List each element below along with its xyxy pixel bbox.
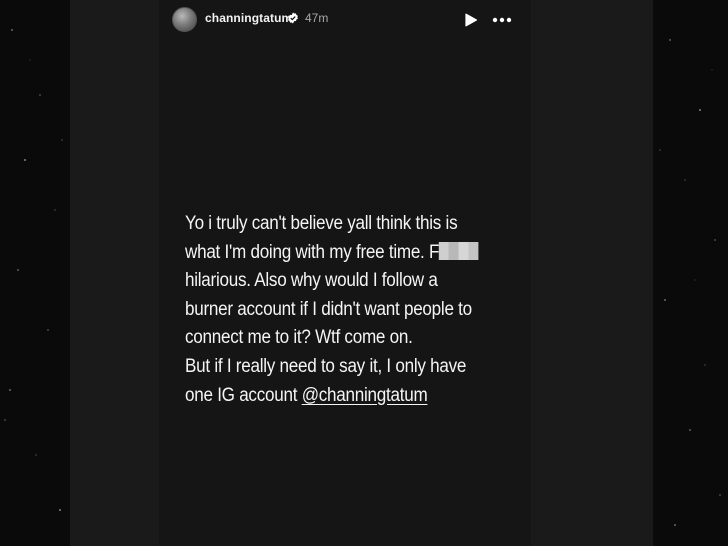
caption-line: burner account if I didn't want people t… bbox=[185, 298, 472, 320]
caption-text: what I'm doing with my free time. F bbox=[185, 241, 440, 263]
caption-line: one IG account @channingtatum bbox=[185, 382, 491, 411]
caption-line: hilarious. Also why would I follow a bbox=[185, 270, 438, 292]
post-timestamp: 47m bbox=[305, 11, 329, 25]
username[interactable]: channingtatum bbox=[205, 11, 292, 25]
caption-line: Yo i truly can't believe yall think this… bbox=[185, 213, 458, 234]
more-options-icon[interactable] bbox=[492, 15, 512, 25]
caption-line: But if I really need to say it, I only h… bbox=[185, 355, 467, 377]
mention-link[interactable]: @channingtatum bbox=[302, 385, 428, 406]
story-header: channingtatum 47m bbox=[159, 0, 531, 40]
caption-line: connect me to it? Wtf come on. bbox=[185, 327, 413, 349]
caption-text: one IG account bbox=[185, 384, 302, 406]
story-card[interactable]: channingtatum 47m Yo i truly can't belie… bbox=[159, 0, 531, 546]
avatar[interactable] bbox=[172, 7, 197, 32]
story-caption: Yo i truly can't believe yall think this… bbox=[185, 210, 491, 410]
verified-badge-icon bbox=[288, 12, 298, 24]
caption-line: what I'm doing with my free time. F bbox=[185, 239, 491, 268]
play-icon[interactable] bbox=[464, 13, 478, 27]
censor-blur bbox=[439, 241, 479, 260]
